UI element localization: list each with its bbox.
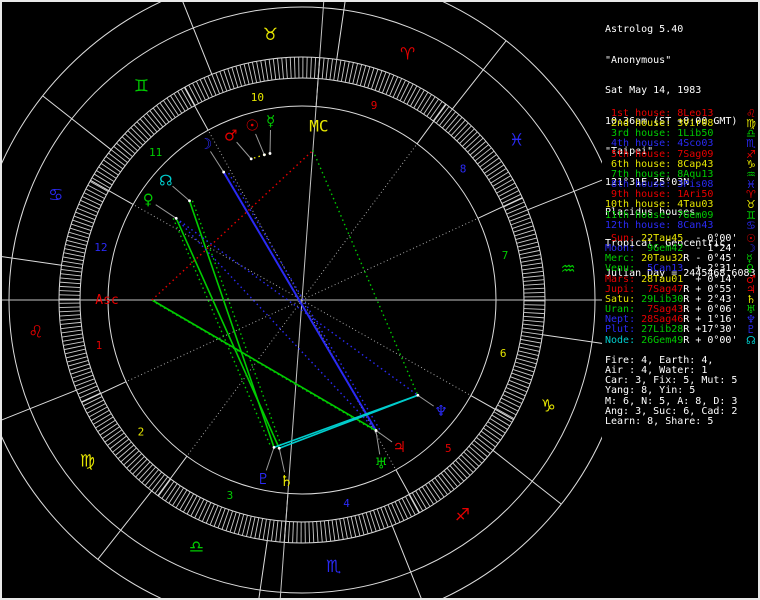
planet-icon-nept: ♆ (434, 402, 447, 420)
axes (2, 2, 602, 598)
sign-icon-ari: ♈ (400, 45, 415, 65)
house-number-7: 7 (502, 249, 509, 262)
planet-marker-nept: ♆ (416, 393, 448, 420)
planet-position-dot (272, 445, 276, 449)
midheaven-label: MC (309, 116, 328, 135)
sign-icon-tau: ♉ (263, 25, 278, 45)
planet-marker-moon: ☽ (199, 135, 226, 174)
sign-icon-lib: ♎ (189, 537, 204, 557)
house-number-12: 12 (94, 241, 107, 254)
aspect-line-asc-mc (151, 149, 314, 301)
planet-position-dot (188, 199, 191, 203)
chart-name: "Anonymous" (605, 54, 672, 66)
planet-marker-sun: ☉ (245, 117, 266, 157)
house-number-2: 2 (138, 426, 145, 439)
sign-icon-gem: ♊ (134, 76, 149, 96)
planet-icon-venu: ♀ (143, 191, 154, 209)
ascendant-label: Asc (95, 293, 118, 308)
planet-position-dot (277, 446, 281, 450)
planet-marker-merc: ☿ (266, 112, 275, 155)
house-number-11: 11 (149, 146, 162, 159)
planet-position-dot (262, 153, 266, 157)
sign-icon-can: ♋ (48, 185, 63, 205)
planet-label: Node: (605, 334, 642, 346)
aspect-line-venu-jupi (175, 217, 377, 431)
planet-icon-jupi: ♃ (393, 438, 406, 456)
planet-position-value: 26Gem49 (641, 334, 684, 346)
house-number-4: 4 (343, 497, 350, 510)
planet-marker-venu: ♀ (143, 191, 178, 220)
planet-row: Node: 26Gem49R + 0°00' ☊ (605, 334, 756, 346)
planet-marker-uran: ♅ (374, 429, 388, 472)
planet-icon-satu: ♄ (280, 472, 293, 490)
stat-line: Learn: 8, Share: 5 (605, 415, 714, 427)
sign-icon-cap: ♑ (541, 397, 556, 417)
aspect-line-moon-uran (228, 172, 382, 432)
chart-wheel: ♈♉♊♋♌♍♎♏♐♑♒♓123456789101112AscMC☉☽☿♀♂♃♄♅… (2, 2, 602, 598)
house-cusp-value: 8Can43 (677, 219, 714, 231)
planet-icon-uran: ♅ (374, 454, 387, 472)
sign-icon-vir: ♍ (80, 451, 95, 471)
planet-icon-merc: ☿ (266, 112, 275, 130)
astrolog-window: ♈ ♉ ♊ ♋ ♌ ♍ ♎ ♏ ♐ ♑ ♒ ♓ 1 2 3 4 5 6 7 8 9 10 11 12 Asc MC ☉ ☽ ☿ ♀ ♂ ♃ ♄ ♅… (0, 0, 760, 600)
planet-icon-mars: ♂ (224, 126, 237, 144)
planet-position-dot (374, 429, 378, 432)
sign-icon-leo: ♌ (28, 323, 43, 343)
house-number-3: 3 (227, 489, 234, 502)
house-number-1: 1 (96, 339, 103, 352)
aspect-lines (151, 149, 419, 450)
house-number-6: 6 (500, 347, 507, 360)
house-number-8: 8 (460, 162, 467, 175)
aspect-line-node-satu (191, 200, 283, 449)
house-number-9: 9 (371, 99, 378, 112)
sign-icon-sco: ♏ (326, 557, 341, 577)
planet-marker-plut: ♇ (257, 445, 276, 488)
planet-icon-sun: ☉ (245, 117, 258, 135)
aspect-line-venu-satu (175, 217, 280, 449)
planet-latitude: + 0°00' (689, 334, 738, 346)
planet-position-dot (416, 393, 420, 397)
house-number-10: 10 (251, 91, 264, 104)
house-row: 12th house: 8Can43 ♋ (605, 219, 756, 231)
sign-icon-aqu: ♒ (560, 259, 575, 279)
planet-icon: ☊ (746, 333, 756, 347)
house-cusp-list: 1st house: 8Leo13 ♌ 2nd house: 3Vir08 ♍ 3r… (605, 108, 756, 231)
planet-position-dot (268, 152, 272, 155)
planet-icon-plut: ♇ (257, 470, 270, 488)
sign-icon: ♋ (746, 218, 756, 232)
house-number-5: 5 (445, 442, 452, 455)
sign-icon-pis: ♓ (509, 131, 524, 151)
planet-icon-node: ☊ (159, 171, 172, 189)
planet-marker-node: ☊ (159, 171, 191, 203)
house-label: 12th house: (605, 219, 678, 231)
planet-icon-moon: ☽ (199, 135, 212, 153)
aspect-line-mc-nept (312, 150, 419, 396)
aspect-line-sun-mars (250, 154, 265, 160)
app-title: Astrolog 5.40 (605, 24, 684, 36)
sign-icon-sag: ♐ (455, 506, 470, 526)
planet-position-dot (174, 216, 178, 220)
planet-position-dot (222, 170, 226, 174)
planet-position-list: Sun: 22Tau45 - 0°00' ☉ Moon: 9Gem42 - 1°24… (605, 233, 756, 346)
element-stats: Fire: 4, Earth: 4, Air : 4, Water: 1 Car: … (605, 355, 737, 427)
planet-position-dot (249, 157, 253, 161)
info-sidebar: Astrolog 5.40 "Anonymous" Sat May 14, 19… (602, 2, 758, 598)
planet-glyphs: ☉ ☽ ☿ ♀ ♂ ♃ ♄ ♅ ♆ ♇ ☊ (143, 112, 448, 490)
chart-date: Sat May 14, 1983 (605, 85, 702, 97)
